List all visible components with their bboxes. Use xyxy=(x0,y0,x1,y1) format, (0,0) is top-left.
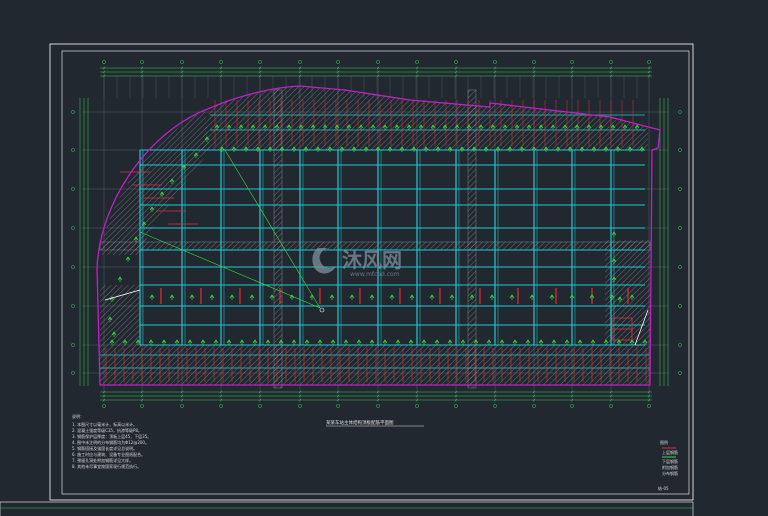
notes-line: 8. 其他未尽事宜按国家现行规范执行。 xyxy=(72,463,141,469)
watermark-text: 沐风网 xyxy=(342,248,402,272)
notes-line: 1. 本图尺寸以毫米计，标高以米计。 xyxy=(72,421,137,427)
drawing-svg: 沐风网 www.mfcad.com 某某车站主体结构顶板配筋平面图 说明： 1.… xyxy=(0,0,768,516)
notes-line: 3. 钢筋保护层厚度：顶板上层45，下层35。 xyxy=(72,433,151,439)
legend-item: 附加钢筋 xyxy=(662,464,678,470)
cad-drawing-canvas[interactable]: 沐风网 www.mfcad.com 某某车站主体结构顶板配筋平面图 说明： 1.… xyxy=(0,0,768,516)
notes-line: 4. 图中未注明的分布钢筋均为Φ12@200。 xyxy=(72,439,149,445)
notes-line: 6. 施工时应与建筑、设备专业图纸配合。 xyxy=(72,451,145,457)
hatch-left-band xyxy=(100,285,140,345)
legend-item: 上层钢筋 xyxy=(662,449,678,455)
notes-line: 5. 钢筋搭接及锚固长度详见总说明。 xyxy=(72,445,137,451)
hatch-bottom-band xyxy=(100,345,650,385)
watermark-url: www.mfcad.com xyxy=(350,271,400,278)
notes-line: 2. 混凝土强度等级C35，抗渗等级P8。 xyxy=(72,427,142,433)
sheet-number: 结-05 xyxy=(658,485,669,491)
notes-heading: 说明： xyxy=(72,413,84,419)
legend-item: 分布钢筋 xyxy=(662,470,678,476)
notes-line: 7. 预留孔洞处附加钢筋详见大样。 xyxy=(72,457,133,463)
hatch-column-strip xyxy=(467,89,477,389)
legend-item: 下层钢筋 xyxy=(662,458,678,464)
legend-heading: 图例 xyxy=(660,439,668,445)
drawing-title: 某某车站主体结构顶板配筋平面图 xyxy=(326,419,394,426)
